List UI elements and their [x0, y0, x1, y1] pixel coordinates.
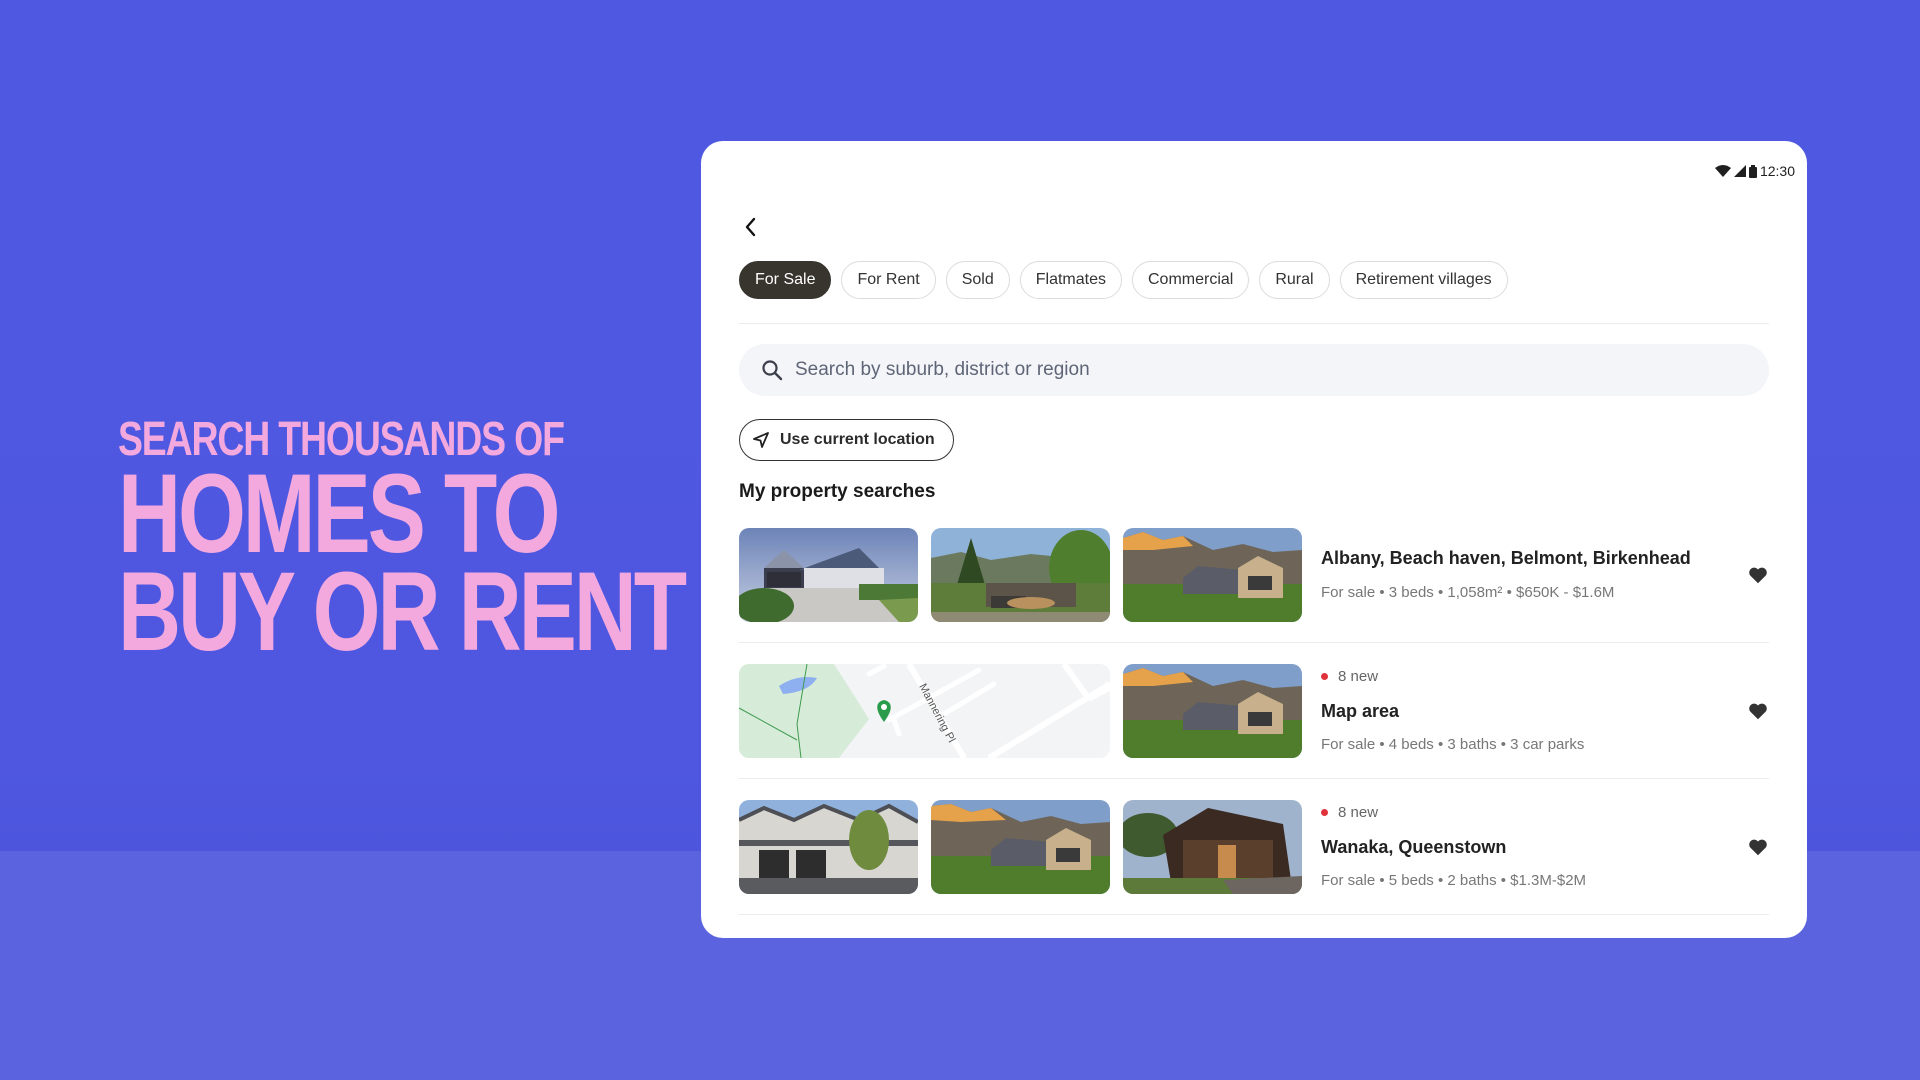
- chevron-left-icon: [745, 217, 756, 237]
- map-thumbnail: Mannering Pl: [739, 664, 1110, 758]
- heart-icon: [1749, 839, 1767, 856]
- saved-search-row[interactable]: Albany, Beach haven, Belmont, Birkenhead…: [739, 528, 1769, 643]
- signal-icon: [1733, 165, 1746, 177]
- navigation-arrow-icon: [753, 432, 769, 448]
- battery-icon: [1748, 164, 1757, 178]
- house-photo-mountain: [931, 800, 1110, 894]
- new-dot-icon: [1321, 809, 1328, 816]
- section-title: My property searches: [739, 481, 936, 502]
- house-photo-mountain: [1123, 528, 1302, 622]
- app-screen: 12:30 For Sale For Rent Sold Flatmates C…: [701, 141, 1807, 938]
- hero-line-3: Buy or rent: [118, 549, 687, 674]
- saved-search-info: 8 new Map area For sale • 4 beds • 3 bat…: [1321, 664, 1721, 758]
- saved-search-subtitle: For sale • 3 beds • 1,058m² • $650K - $1…: [1321, 584, 1615, 601]
- house-photo-trees: [931, 528, 1110, 622]
- row-divider: [739, 914, 1769, 915]
- saved-search-title: Albany, Beach haven, Belmont, Birkenhead: [1321, 548, 1691, 568]
- chip-rural[interactable]: Rural: [1259, 261, 1330, 299]
- chip-label: Commercial: [1148, 271, 1234, 288]
- search-icon: [762, 360, 783, 381]
- new-listings-badge: 8 new: [1321, 804, 1378, 821]
- new-listings-count: 8 new: [1338, 668, 1379, 685]
- saved-search-subtitle: For sale • 5 beds • 2 baths • $1.3M-$2M: [1321, 872, 1587, 889]
- saved-search-info: 8 new Wanaka, Queenstown For sale • 5 be…: [1321, 800, 1721, 894]
- chip-label: Flatmates: [1035, 271, 1106, 288]
- search-bar[interactable]: [739, 344, 1769, 396]
- chip-label: Retirement villages: [1355, 271, 1492, 288]
- heart-icon: [1749, 567, 1767, 584]
- use-current-location-button[interactable]: Use current location: [739, 419, 954, 461]
- saved-search-row[interactable]: 8 new Wanaka, Queenstown For sale • 5 be…: [739, 800, 1769, 915]
- row-divider: [739, 642, 1769, 643]
- chip-label: For Sale: [755, 271, 816, 288]
- chip-for-rent[interactable]: For Rent: [841, 261, 936, 299]
- chip-label: Rural: [1275, 271, 1314, 288]
- heart-icon: [1749, 703, 1767, 720]
- chip-flatmates[interactable]: Flatmates: [1019, 261, 1122, 299]
- favorite-button[interactable]: [1747, 700, 1769, 722]
- favorite-button[interactable]: [1747, 836, 1769, 858]
- saved-search-subtitle: For sale • 4 beds • 3 baths • 3 car park…: [1321, 736, 1585, 753]
- new-listings-count: 8 new: [1338, 804, 1379, 821]
- divider: [739, 323, 1769, 324]
- hero-headline: Search thousands of Homes to Buy or rent: [118, 416, 687, 674]
- chip-for-sale[interactable]: For Sale: [739, 261, 832, 299]
- back-button[interactable]: [739, 215, 763, 239]
- hero-line-2: Homes to: [118, 451, 561, 576]
- chip-sold[interactable]: Sold: [945, 261, 1010, 299]
- new-listings-badge: 8 new: [1321, 668, 1378, 685]
- wifi-icon: [1714, 165, 1731, 177]
- saved-search-info: Albany, Beach haven, Belmont, Birkenhead…: [1321, 528, 1721, 622]
- saved-search-title: Map area: [1321, 701, 1400, 721]
- chip-commercial[interactable]: Commercial: [1132, 261, 1250, 299]
- use-current-location-label: Use current location: [780, 431, 935, 448]
- row-divider: [739, 778, 1769, 779]
- category-chips: For Sale For Rent Sold Flatmates Commerc…: [739, 261, 1508, 299]
- new-dot-icon: [1321, 673, 1328, 680]
- chip-retirement-villages[interactable]: Retirement villages: [1339, 261, 1508, 299]
- status-bar: 12:30: [1714, 163, 1795, 179]
- status-time: 12:30: [1759, 163, 1795, 179]
- search-input[interactable]: [795, 359, 1769, 381]
- saved-search-title: Wanaka, Queenstown: [1321, 837, 1507, 857]
- house-photo-townhouse: [739, 800, 918, 894]
- chip-label: For Rent: [857, 271, 920, 288]
- house-photo-grey-garage: [739, 528, 918, 622]
- saved-search-row[interactable]: Mannering Pl 8 new Map area For sale • 4…: [739, 664, 1769, 779]
- favorite-button[interactable]: [1747, 564, 1769, 586]
- chip-label: Sold: [961, 271, 994, 288]
- house-photo-dark-timber: [1123, 800, 1302, 894]
- house-photo-mountain: [1123, 664, 1302, 758]
